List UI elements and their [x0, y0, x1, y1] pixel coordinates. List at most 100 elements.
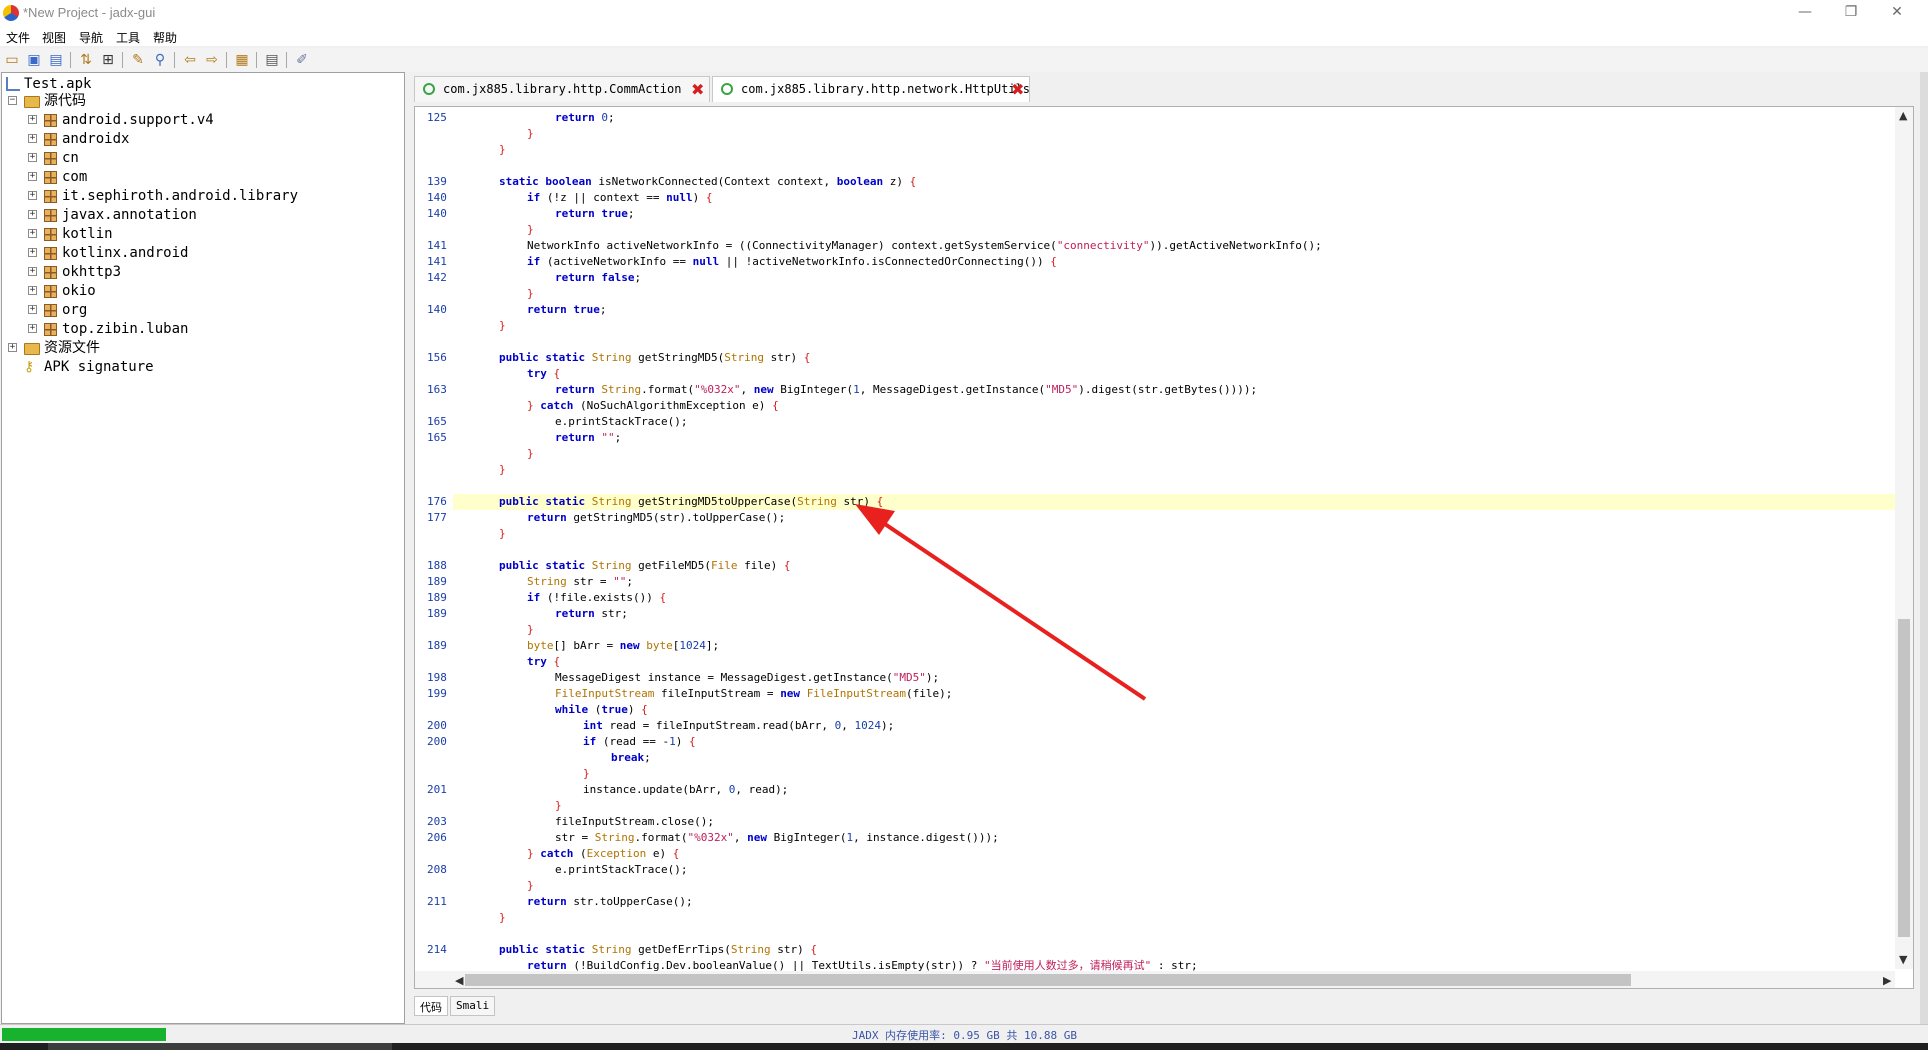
package-label: org: [62, 302, 88, 318]
expand-expander[interactable]: +: [28, 305, 37, 314]
taskbar-segment: [392, 1043, 1928, 1050]
menu-view[interactable]: 视图: [42, 29, 66, 46]
expand-expander[interactable]: +: [8, 343, 17, 352]
package-label: androidx: [62, 131, 130, 147]
sync-tree-icon[interactable]: ⇅: [77, 51, 95, 69]
add-files-icon[interactable]: ▣: [25, 51, 43, 69]
scroll-up-icon[interactable]: ▲: [1899, 109, 1907, 122]
view-mode-tabs: 代码 Smali: [414, 996, 814, 1018]
tree-node-resources[interactable]: + 资源文件: [4, 339, 304, 357]
menu-file[interactable]: 文件: [6, 29, 30, 46]
tab-label: com.jx885.library.http.CommAction: [443, 82, 682, 96]
tree-node-package[interactable]: + it.sephiroth.android.library: [4, 187, 364, 205]
expand-expander[interactable]: +: [28, 172, 37, 181]
tree-node-package[interactable]: + okhttp3: [4, 263, 364, 281]
scroll-left-icon[interactable]: ◀: [455, 974, 463, 987]
tab-httputils[interactable]: com.jx885.library.http.network.HttpUtils…: [712, 76, 1030, 102]
expand-expander[interactable]: +: [28, 134, 37, 143]
package-icon: [44, 190, 57, 203]
expand-expander[interactable]: +: [28, 229, 37, 238]
tree-node-package[interactable]: + kotlinx.android: [4, 244, 364, 262]
tree-root[interactable]: Test.apk: [4, 75, 304, 93]
expand-expander[interactable]: +: [28, 115, 37, 124]
close-tab-icon[interactable]: ✖: [691, 80, 704, 99]
close-window-button[interactable]: ✕: [1874, 0, 1920, 26]
tree-node-package[interactable]: + kotlin: [4, 225, 364, 243]
close-tab-icon[interactable]: ✖: [1011, 80, 1024, 99]
tree-node-package[interactable]: + cn: [4, 149, 364, 167]
scroll-right-icon[interactable]: ▶: [1883, 974, 1891, 987]
tab-smali[interactable]: Smali: [450, 996, 496, 1016]
tree-node-signature[interactable]: ⚷ APK signature: [4, 358, 304, 376]
menu-navigate[interactable]: 导航: [79, 29, 103, 46]
collapse-expander[interactable]: −: [8, 96, 17, 105]
tree-node-package[interactable]: + android.support.v4: [4, 111, 364, 129]
package-icon: [44, 266, 57, 279]
expand-expander[interactable]: +: [28, 286, 37, 295]
menu-help[interactable]: 帮助: [153, 29, 177, 46]
tab-code[interactable]: 代码: [414, 996, 448, 1016]
deobfuscation-icon[interactable]: ▦: [233, 51, 251, 69]
tree-node-package[interactable]: + okio: [4, 282, 364, 300]
menu-tools[interactable]: 工具: [116, 29, 140, 46]
tree-node-package[interactable]: + androidx: [4, 130, 364, 148]
tree-node-package[interactable]: + top.zibin.luban: [4, 320, 364, 338]
search-class-icon[interactable]: ⚲: [151, 51, 169, 69]
project-tree[interactable]: Test.apk − 源代码 + android.support.v4 + andro…: [1, 72, 405, 1024]
package-label: javax.annotation: [62, 207, 197, 223]
package-icon: [44, 114, 57, 127]
toolbar: ▭ ▣ ▤ ⇅ ⊞ ✎ ⚲ ⇦ ⇨ ▦ ▤ ✐: [0, 48, 1928, 72]
expand-expander[interactable]: +: [28, 324, 37, 333]
expand-expander[interactable]: +: [28, 191, 37, 200]
expand-expander[interactable]: +: [28, 267, 37, 276]
tree-sources-label: 源代码: [44, 93, 86, 109]
taskbar-strip: [0, 1043, 1928, 1050]
open-file-icon[interactable]: ▭: [3, 51, 21, 69]
expand-expander[interactable]: +: [28, 153, 37, 162]
vertical-scroll-thumb[interactable]: [1898, 619, 1910, 937]
arrow-head: [855, 504, 895, 535]
restore-button[interactable]: ❐: [1828, 0, 1874, 26]
apk-icon: [6, 77, 20, 91]
menu-bar: 文件 视图 导航 工具 帮助: [0, 26, 1928, 46]
horizontal-scroll-thumb[interactable]: [465, 974, 1631, 986]
forward-arrow-icon[interactable]: ⇨: [203, 51, 221, 69]
package-icon: [44, 247, 57, 260]
search-text-icon[interactable]: ✎: [129, 51, 147, 69]
title-bar: *New Project - jadx-gui — ❐ ✕: [0, 0, 1928, 26]
save-all-icon[interactable]: ▤: [47, 51, 65, 69]
key-icon: ⚷: [24, 359, 35, 375]
package-label: okio: [62, 283, 96, 299]
package-icon: [44, 171, 57, 184]
package-icon: [44, 152, 57, 165]
package-icon: [44, 228, 57, 241]
preferences-wrench-icon[interactable]: ✐: [293, 51, 311, 69]
expand-expander[interactable]: +: [28, 248, 37, 257]
memory-usage: JADX 内存使用率: 0.95 GB 共 10.88 GB: [852, 1029, 1077, 1042]
expand-expander[interactable]: +: [28, 210, 37, 219]
window-edge: [1920, 72, 1928, 1024]
class-icon: [721, 83, 733, 95]
jadx-window: *New Project - jadx-gui — ❐ ✕ 文件 视图 导航 工…: [0, 0, 1928, 1050]
tab-label: com.jx885.library.http.network.HttpUtils: [741, 82, 1030, 96]
code-view[interactable]: 125 return 0;}} 139 static boolean isNetwor…: [414, 106, 1914, 989]
scroll-down-icon[interactable]: ▼: [1899, 953, 1907, 966]
minimize-button[interactable]: —: [1782, 0, 1828, 26]
package-icon: [44, 209, 57, 222]
tree-node-package[interactable]: + org: [4, 301, 364, 319]
back-arrow-icon[interactable]: ⇦: [181, 51, 199, 69]
class-icon: [423, 83, 435, 95]
tree-node-sources[interactable]: − 源代码: [4, 92, 304, 110]
package-label: android.support.v4: [62, 112, 214, 128]
toolbar-separator: [286, 52, 287, 68]
tree-node-package[interactable]: + javax.annotation: [4, 206, 364, 224]
vertical-scrollbar[interactable]: ▲ ▼: [1895, 107, 1913, 969]
horizontal-scrollbar[interactable]: ◀ ▶: [415, 971, 1895, 988]
log-viewer-icon[interactable]: ▤: [263, 51, 281, 69]
window-title: *New Project - jadx-gui: [23, 5, 156, 20]
tab-commaction[interactable]: com.jx885.library.http.CommAction ✖: [414, 76, 710, 102]
package-label: kotlin: [62, 226, 113, 242]
flatten-packages-icon[interactable]: ⊞: [99, 51, 117, 69]
folder-icon: [24, 96, 40, 108]
tree-node-package[interactable]: + com: [4, 168, 364, 186]
